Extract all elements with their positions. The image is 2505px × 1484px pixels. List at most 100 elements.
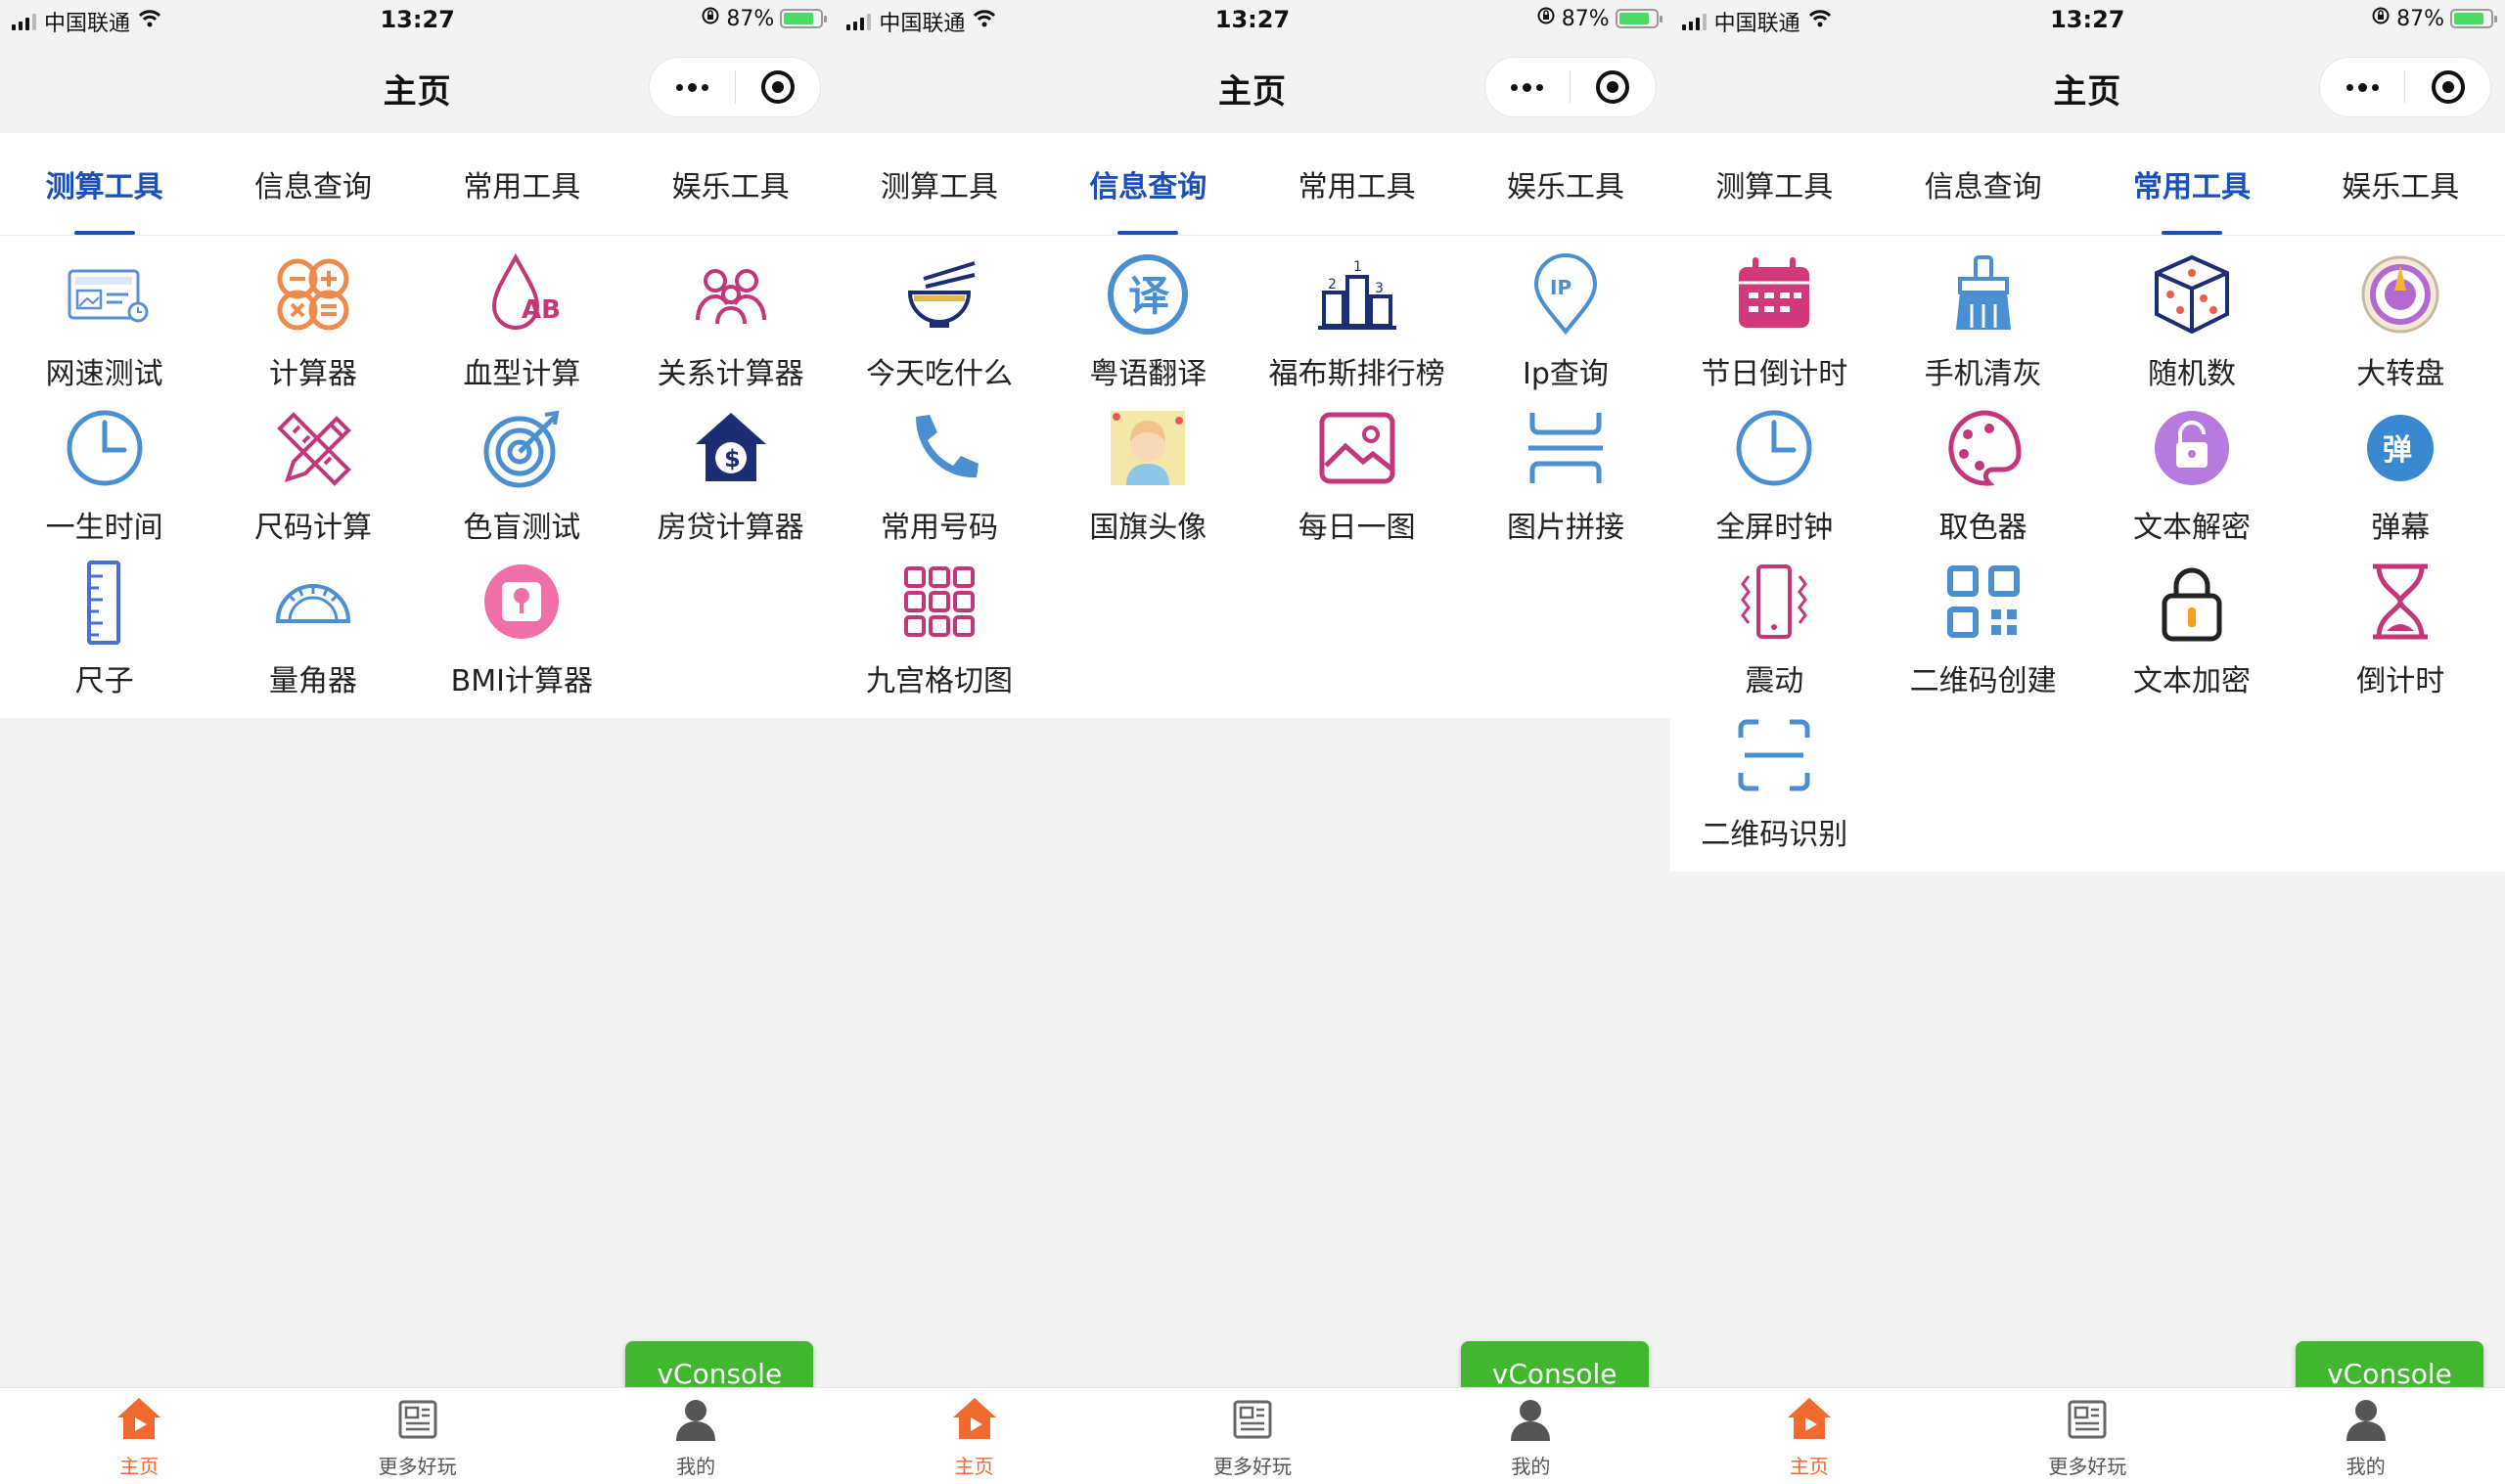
tool-label: 文本加密 <box>2132 664 2251 698</box>
tool-item[interactable]: 常用号码 <box>835 397 1043 551</box>
tabbar-item[interactable]: 更多好玩 <box>1114 1388 1391 1484</box>
close-miniprogram-button[interactable] <box>1571 58 1656 116</box>
ip-pin-icon: IP <box>1519 247 1613 341</box>
tool-item[interactable]: 图片拼接 <box>1461 397 1669 551</box>
tab-item[interactable]: 信息查询 <box>208 133 417 235</box>
tool-grid: 网速测试 计算器 AB 血型计算 关系计算器一生时间 尺码计算 色盲测试 $ 房贷计算器尺子 量角… <box>0 236 836 718</box>
miniprogram-capsule <box>1483 57 1657 117</box>
tool-item[interactable]: 文本解密 <box>2087 397 2296 551</box>
tab-item[interactable]: 娱乐工具 <box>1461 133 1669 235</box>
user-icon <box>1505 1394 1556 1449</box>
tool-item[interactable]: 每日一图 <box>1252 397 1461 551</box>
phone-screen: 中国联通 13:27 87% 主页 测算工具 信息查询 常用工具 娱乐工具 节日倒计时 手机清灰随… <box>1669 0 2505 1484</box>
tool-item[interactable]: AB 血型计算 <box>418 244 626 397</box>
tool-item[interactable]: IP Ip查询 <box>1461 244 1669 397</box>
tool-item[interactable]: $ 房贷计算器 <box>626 397 835 551</box>
tab-item[interactable]: 常用工具 <box>1252 133 1461 235</box>
tool-label: 二维码创建 <box>1909 664 2057 698</box>
clock-icon <box>58 401 152 495</box>
tool-grid: 节日倒计时 手机清灰 随机数 大转盘全屏时钟 取色器 文本解密 弹弹幕震动 二维码创建 文本加密… <box>1669 236 2505 872</box>
tab-item[interactable]: 娱乐工具 <box>626 133 835 235</box>
tool-item[interactable]: 今天吃什么 <box>835 244 1043 397</box>
tool-label: 九宫格切图 <box>865 664 1013 698</box>
tool-item[interactable]: 量角器 <box>208 551 417 704</box>
tool-label: 倒计时 <box>2356 664 2445 698</box>
tool-item[interactable]: 译粤语翻译 <box>1044 244 1252 397</box>
tool-item[interactable]: 震动 <box>1670 551 1879 704</box>
more-dots-icon <box>676 82 709 92</box>
tool-item[interactable]: 文本加密 <box>2087 551 2296 704</box>
tab-item[interactable]: 常用工具 <box>418 133 626 235</box>
tabbar-item[interactable]: 主页 <box>835 1388 1113 1484</box>
tabbar-item[interactable]: 我的 <box>1391 1388 1669 1484</box>
page-title: 主页 <box>1217 71 1287 112</box>
tool-item[interactable]: 国旗头像 <box>1044 397 1252 551</box>
picture-icon <box>1310 401 1404 495</box>
tool-item[interactable]: 全屏时钟 <box>1670 397 1879 551</box>
svg-text:译: 译 <box>1128 272 1170 320</box>
hourglass-icon <box>2353 555 2447 649</box>
tab-item[interactable]: 信息查询 <box>1044 133 1252 235</box>
tool-item[interactable]: 网速测试 <box>0 244 208 397</box>
tool-label: BMI计算器 <box>450 664 593 698</box>
close-miniprogram-button[interactable] <box>2405 58 2490 116</box>
status-right: 87% <box>2371 6 2497 31</box>
tool-item[interactable]: 色盲测试 <box>418 397 626 551</box>
tool-item[interactable]: 节日倒计时 <box>1670 244 1879 397</box>
tool-item[interactable]: 二维码创建 <box>1879 551 2087 704</box>
svg-text:弹: 弹 <box>2383 433 2412 468</box>
phone-screen: 中国联通 13:27 87% 主页 测算工具 信息查询 常用工具 娱乐工具 网速测试 计算器 AB 血… <box>0 0 836 1484</box>
svg-text:2: 2 <box>1328 277 1337 292</box>
user-icon <box>670 1394 721 1449</box>
tool-item[interactable]: 手机清灰 <box>1879 244 2087 397</box>
tab-item[interactable]: 娱乐工具 <box>2297 133 2505 235</box>
tool-item[interactable]: BMI计算器 <box>418 551 626 704</box>
tool-item[interactable]: 关系计算器 <box>626 244 835 397</box>
tool-item[interactable]: 尺子 <box>0 551 208 704</box>
tool-item[interactable]: 九宫格切图 <box>835 551 1043 704</box>
tool-label: 文本解密 <box>2132 511 2251 545</box>
tool-item[interactable]: 取色器 <box>1879 397 2087 551</box>
tabbar-item[interactable]: 我的 <box>557 1388 835 1484</box>
status-right: 87% <box>1536 6 1662 31</box>
tool-item[interactable]: 一生时间 <box>0 397 208 551</box>
tab-item[interactable]: 测算工具 <box>0 133 208 235</box>
svg-text:AB: AB <box>522 295 561 325</box>
more-menu-button[interactable] <box>650 58 735 116</box>
tool-label: 粤语翻译 <box>1089 357 1207 391</box>
tool-item[interactable]: 尺码计算 <box>208 397 417 551</box>
more-menu-button[interactable] <box>2320 58 2405 116</box>
unlock-icon <box>2145 401 2239 495</box>
tabbar-item[interactable]: 主页 <box>1670 1388 1948 1484</box>
tab-item[interactable]: 测算工具 <box>835 133 1043 235</box>
tool-item[interactable]: 计算器 <box>208 244 417 397</box>
protractor-icon <box>266 555 360 649</box>
tool-item[interactable]: 大转盘 <box>2297 244 2505 397</box>
tool-item[interactable]: 二维码识别 <box>1670 704 1879 858</box>
tool-item[interactable]: 随机数 <box>2087 244 2296 397</box>
tool-label: 网速测试 <box>45 357 163 391</box>
tabbar-item[interactable]: 更多好玩 <box>278 1388 556 1484</box>
more-menu-button[interactable] <box>1485 58 1571 116</box>
category-tabs: 测算工具 信息查询 常用工具 娱乐工具 <box>1669 133 2505 236</box>
tool-item[interactable]: 倒计时 <box>2297 551 2505 704</box>
danmu-icon: 弹 <box>2353 401 2447 495</box>
svg-text:IP: IP <box>1550 276 1571 299</box>
tool-label: 血型计算 <box>463 357 581 391</box>
battery-percent: 87% <box>2396 6 2444 31</box>
target-icon <box>761 70 796 104</box>
tabbar-item[interactable]: 主页 <box>0 1388 278 1484</box>
tool-item[interactable]: 弹弹幕 <box>2297 397 2505 551</box>
tabbar-item[interactable]: 我的 <box>2227 1388 2505 1484</box>
tabbar-item[interactable]: 更多好玩 <box>1948 1388 2226 1484</box>
tab-item[interactable]: 常用工具 <box>2087 133 2296 235</box>
tool-label: Ip查询 <box>1523 357 1609 391</box>
tab-item[interactable]: 信息查询 <box>1879 133 2087 235</box>
tab-item[interactable]: 测算工具 <box>1670 133 1879 235</box>
calculator-icon <box>266 247 360 341</box>
close-miniprogram-button[interactable] <box>736 58 821 116</box>
bowl-icon <box>892 247 986 341</box>
ruler-icon <box>58 555 152 649</box>
tool-item[interactable]: 2 1 3 福布斯排行榜 <box>1252 244 1461 397</box>
nav-bar: 主页 <box>1670 43 2505 133</box>
